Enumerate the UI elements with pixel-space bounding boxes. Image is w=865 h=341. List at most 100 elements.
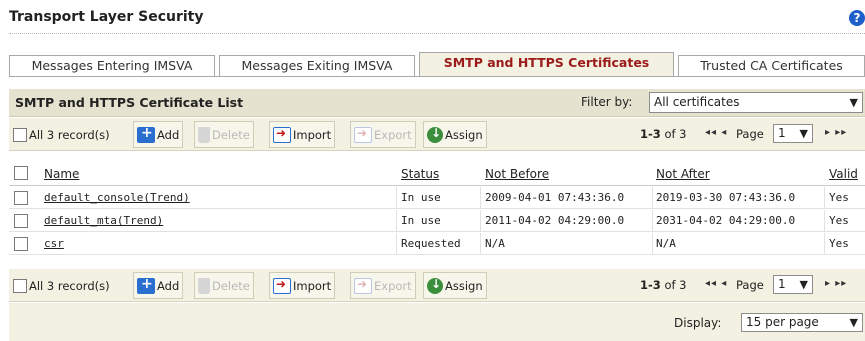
delete-button[interactable]: Delete	[194, 121, 254, 148]
page-label: Page	[736, 278, 764, 292]
assign-label: Assign	[445, 127, 483, 142]
pager-next-last-icon[interactable]: ▸ ▸▸	[825, 278, 847, 289]
display-label: Display:	[674, 316, 722, 330]
page-select-value: 1	[778, 277, 786, 291]
column-separator	[652, 187, 653, 209]
assign-button[interactable]: Assign	[423, 272, 487, 299]
trash-icon	[198, 126, 210, 143]
pager-next-last-icon[interactable]: ▸ ▸▸	[825, 127, 847, 138]
pager-range-value: 1-3	[640, 127, 661, 141]
display-per-page-select[interactable]: 15 per page ▼	[741, 313, 863, 332]
add-button[interactable]: Add	[133, 121, 184, 148]
all-records-label: All 3 record(s)	[29, 128, 110, 142]
import-icon	[273, 126, 291, 143]
import-label: Import	[293, 127, 332, 142]
valid-cell: Yes	[829, 237, 849, 250]
pager-range-value: 1-3	[640, 278, 661, 292]
row-checkbox[interactable]	[14, 191, 28, 205]
status-cell: In use	[401, 191, 441, 204]
column-separator	[480, 210, 481, 232]
column-header-valid[interactable]: Valid	[829, 167, 858, 181]
page-select[interactable]: 1 ▼	[773, 275, 813, 294]
page-label: Page	[736, 127, 764, 141]
column-header-name[interactable]: Name	[44, 167, 79, 181]
column-header-not-after[interactable]: Not After	[656, 167, 710, 181]
display-select-value: 15 per page	[746, 315, 819, 329]
filter-label: Filter by:	[581, 95, 633, 109]
column-separator	[824, 187, 825, 209]
table-row: csr Requested N/A N/A Yes	[9, 233, 865, 255]
column-separator	[480, 233, 481, 255]
not-after-cell: 2019-03-30 07:43:36.0	[656, 191, 796, 204]
status-cell: In use	[401, 214, 441, 227]
pager-first-prev-icon[interactable]: ◂◂ ◂	[705, 278, 727, 289]
not-before-cell: 2011-04-02 04:29:00.0	[485, 214, 625, 227]
column-separator	[824, 233, 825, 255]
column-separator	[824, 210, 825, 232]
pager-total: of 3	[664, 278, 687, 292]
not-after-cell: 2031-04-02 04:29:00.0	[656, 214, 796, 227]
assign-button[interactable]: Assign	[423, 121, 487, 148]
column-header-not-before[interactable]: Not Before	[485, 167, 549, 181]
delete-label: Delete	[212, 127, 250, 142]
page-select[interactable]: 1 ▼	[773, 124, 813, 143]
column-separator	[480, 187, 481, 209]
page-select-value: 1	[778, 126, 786, 140]
chevron-down-icon: ▼	[799, 278, 808, 291]
valid-cell: Yes	[829, 214, 849, 227]
add-icon	[137, 125, 155, 143]
tab-baseline	[9, 76, 865, 77]
certificate-name-link[interactable]: default_console(Trend)	[44, 191, 190, 204]
not-before-cell: 2009-04-01 07:43:36.0	[485, 191, 625, 204]
chevron-down-icon: ▼	[799, 127, 808, 140]
export-label: Export	[374, 127, 412, 142]
header-checkbox[interactable]	[14, 166, 28, 180]
tab-smtp-https-certificates[interactable]: SMTP and HTTPS Certificates	[419, 52, 674, 77]
assign-label: Assign	[445, 278, 483, 293]
list-title: SMTP and HTTPS Certificate List	[15, 95, 244, 110]
column-separator	[396, 187, 397, 209]
export-icon	[354, 277, 372, 294]
filter-select-value: All certificates	[654, 95, 740, 109]
title-divider	[9, 33, 865, 34]
table-row: default_console(Trend) In use 2009-04-01…	[9, 187, 865, 209]
add-label: Add	[157, 127, 180, 142]
add-button[interactable]: Add	[133, 272, 184, 299]
chevron-down-icon: ▼	[849, 96, 858, 109]
column-header-status[interactable]: Status	[401, 167, 439, 181]
certificate-name-link[interactable]: csr	[44, 237, 64, 250]
tab-bar: Messages Entering IMSVA Messages Exiting…	[9, 52, 865, 77]
assign-icon	[427, 126, 443, 143]
assign-icon	[427, 277, 443, 294]
select-all-checkbox[interactable]	[13, 279, 27, 293]
import-button[interactable]: Import	[269, 272, 336, 299]
tab-trusted-ca-certificates[interactable]: Trusted CA Certificates	[678, 55, 865, 77]
list-header: SMTP and HTTPS Certificate List Filter b…	[9, 89, 865, 117]
select-all-checkbox[interactable]	[13, 128, 27, 142]
status-cell: Requested	[401, 237, 461, 250]
valid-cell: Yes	[829, 191, 849, 204]
toolbar-top: All 3 record(s) Add Delete Import Export…	[9, 118, 865, 151]
import-label: Import	[293, 278, 332, 293]
certificate-name-link[interactable]: default_mta(Trend)	[44, 214, 163, 227]
row-checkbox[interactable]	[14, 237, 28, 251]
export-icon	[354, 126, 372, 143]
export-button[interactable]: Export	[350, 121, 416, 148]
import-button[interactable]: Import	[269, 121, 336, 148]
help-icon[interactable]: ?	[849, 10, 865, 26]
tab-messages-entering[interactable]: Messages Entering IMSVA	[9, 55, 215, 77]
table-header: Name Status Not Before Not After Valid	[9, 162, 865, 186]
tab-messages-exiting[interactable]: Messages Exiting IMSVA	[219, 55, 415, 77]
not-after-cell: N/A	[656, 237, 676, 250]
export-label: Export	[374, 278, 412, 293]
page-title: Transport Layer Security	[9, 9, 204, 25]
all-records-label: All 3 record(s)	[29, 279, 110, 293]
pager-total: of 3	[664, 127, 687, 141]
toolbar-bottom: All 3 record(s) Add Delete Import Export…	[9, 269, 865, 302]
footer-bar: Display: 15 per page ▼	[9, 303, 865, 341]
pager-first-prev-icon[interactable]: ◂◂ ◂	[705, 127, 727, 138]
filter-select[interactable]: All certificates ▼	[649, 92, 863, 113]
export-button[interactable]: Export	[350, 272, 416, 299]
delete-button[interactable]: Delete	[194, 272, 254, 299]
row-checkbox[interactable]	[14, 214, 28, 228]
